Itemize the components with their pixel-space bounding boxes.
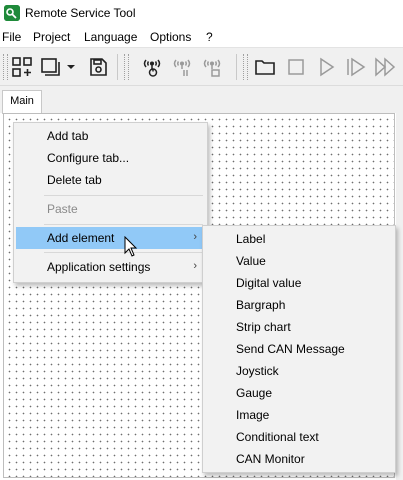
- stop-connection-icon[interactable]: [200, 56, 224, 78]
- toolbar-grip[interactable]: [243, 54, 248, 80]
- chevron-right-icon: ›: [193, 260, 197, 272]
- save-icon[interactable]: [86, 56, 110, 78]
- menu-options[interactable]: Options: [148, 30, 193, 44]
- window-icon[interactable]: [40, 56, 60, 78]
- menu-item-add-element[interactable]: Add element ›: [16, 227, 205, 249]
- menu-item-label: Add element: [47, 231, 115, 245]
- submenu-item-conditional-text[interactable]: Conditional text: [205, 426, 393, 448]
- submenu-item-digital-value[interactable]: Digital value: [205, 272, 393, 294]
- menu-separator: [44, 224, 203, 225]
- window-title: Remote Service Tool: [25, 6, 136, 20]
- menu-separator: [44, 195, 203, 196]
- submenu-item-text: Conditional text: [236, 430, 319, 444]
- submenu-item-label[interactable]: Label: [205, 228, 393, 250]
- menu-item-label: Delete tab: [47, 173, 102, 187]
- pause-connection-icon[interactable]: [170, 56, 194, 78]
- submenu-item-text: Digital value: [236, 276, 302, 290]
- toolbar-grip[interactable]: [3, 54, 8, 80]
- submenu-item-bargraph[interactable]: Bargraph: [205, 294, 393, 316]
- add-grid-icon[interactable]: [10, 56, 34, 78]
- submenu-item-text: Value: [236, 254, 266, 268]
- app-icon: [4, 5, 20, 21]
- submenu-item-text: Strip chart: [236, 320, 291, 334]
- submenu-item-text: CAN Monitor: [236, 452, 305, 466]
- title-bar: Remote Service Tool: [0, 0, 403, 28]
- menu-language[interactable]: Language: [82, 30, 139, 44]
- window-edge: [396, 113, 403, 480]
- submenu-item-value[interactable]: Value: [205, 250, 393, 272]
- submenu-item-send-can-message[interactable]: Send CAN Message: [205, 338, 393, 360]
- submenu-item-text: Gauge: [236, 386, 273, 400]
- chevron-down-icon[interactable]: [64, 56, 78, 78]
- submenu-item-strip-chart[interactable]: Strip chart: [205, 316, 393, 338]
- submenu-item-text: Joystick: [236, 364, 279, 378]
- stop-icon[interactable]: [284, 56, 308, 78]
- submenu-item-can-monitor[interactable]: CAN Monitor: [205, 448, 393, 470]
- tab-strip: Main: [0, 86, 403, 114]
- fast-forward-icon[interactable]: [374, 56, 398, 78]
- toolbar-separator: [236, 54, 237, 80]
- folder-icon[interactable]: [253, 56, 277, 78]
- menu-item-label: Configure tab...: [47, 151, 130, 165]
- menu-item-label: Paste: [47, 202, 78, 216]
- submenu-item-gauge[interactable]: Gauge: [205, 382, 393, 404]
- toolbar: [0, 47, 403, 86]
- menu-item-configure-tab[interactable]: Configure tab...: [16, 147, 205, 169]
- toolbar-grip[interactable]: [124, 54, 129, 80]
- menu-file[interactable]: File: [0, 30, 23, 44]
- toolbar-separator: [117, 54, 118, 80]
- submenu-item-text: Send CAN Message: [236, 342, 345, 356]
- menu-item-paste[interactable]: Paste: [16, 198, 205, 220]
- menu-help[interactable]: ?: [204, 30, 215, 44]
- menu-item-application-settings[interactable]: Application settings ›: [16, 256, 205, 278]
- menu-project[interactable]: Project: [31, 30, 72, 44]
- add-element-submenu: Label Value Digital value Bargraph Strip…: [202, 225, 396, 473]
- menu-item-add-tab[interactable]: Add tab: [16, 125, 205, 147]
- mouse-cursor-icon: [124, 235, 138, 261]
- submenu-item-text: Bargraph: [236, 298, 286, 312]
- menu-item-delete-tab[interactable]: Delete tab: [16, 169, 205, 191]
- submenu-item-text: Label: [236, 232, 266, 246]
- submenu-item-image[interactable]: Image: [205, 404, 393, 426]
- menu-item-label: Application settings: [47, 260, 151, 274]
- menu-item-label: Add tab: [47, 129, 89, 143]
- context-menu: Add tab Configure tab... Delete tab Past…: [13, 122, 208, 283]
- connect-icon[interactable]: [140, 56, 164, 78]
- play-icon[interactable]: [314, 56, 338, 78]
- tab-main[interactable]: Main: [2, 90, 42, 114]
- step-icon[interactable]: [344, 56, 368, 78]
- chevron-right-icon: ›: [193, 231, 197, 243]
- submenu-item-joystick[interactable]: Joystick: [205, 360, 393, 382]
- submenu-item-text: Image: [236, 408, 270, 422]
- menu-bar: File Project Language Options ?: [0, 28, 403, 47]
